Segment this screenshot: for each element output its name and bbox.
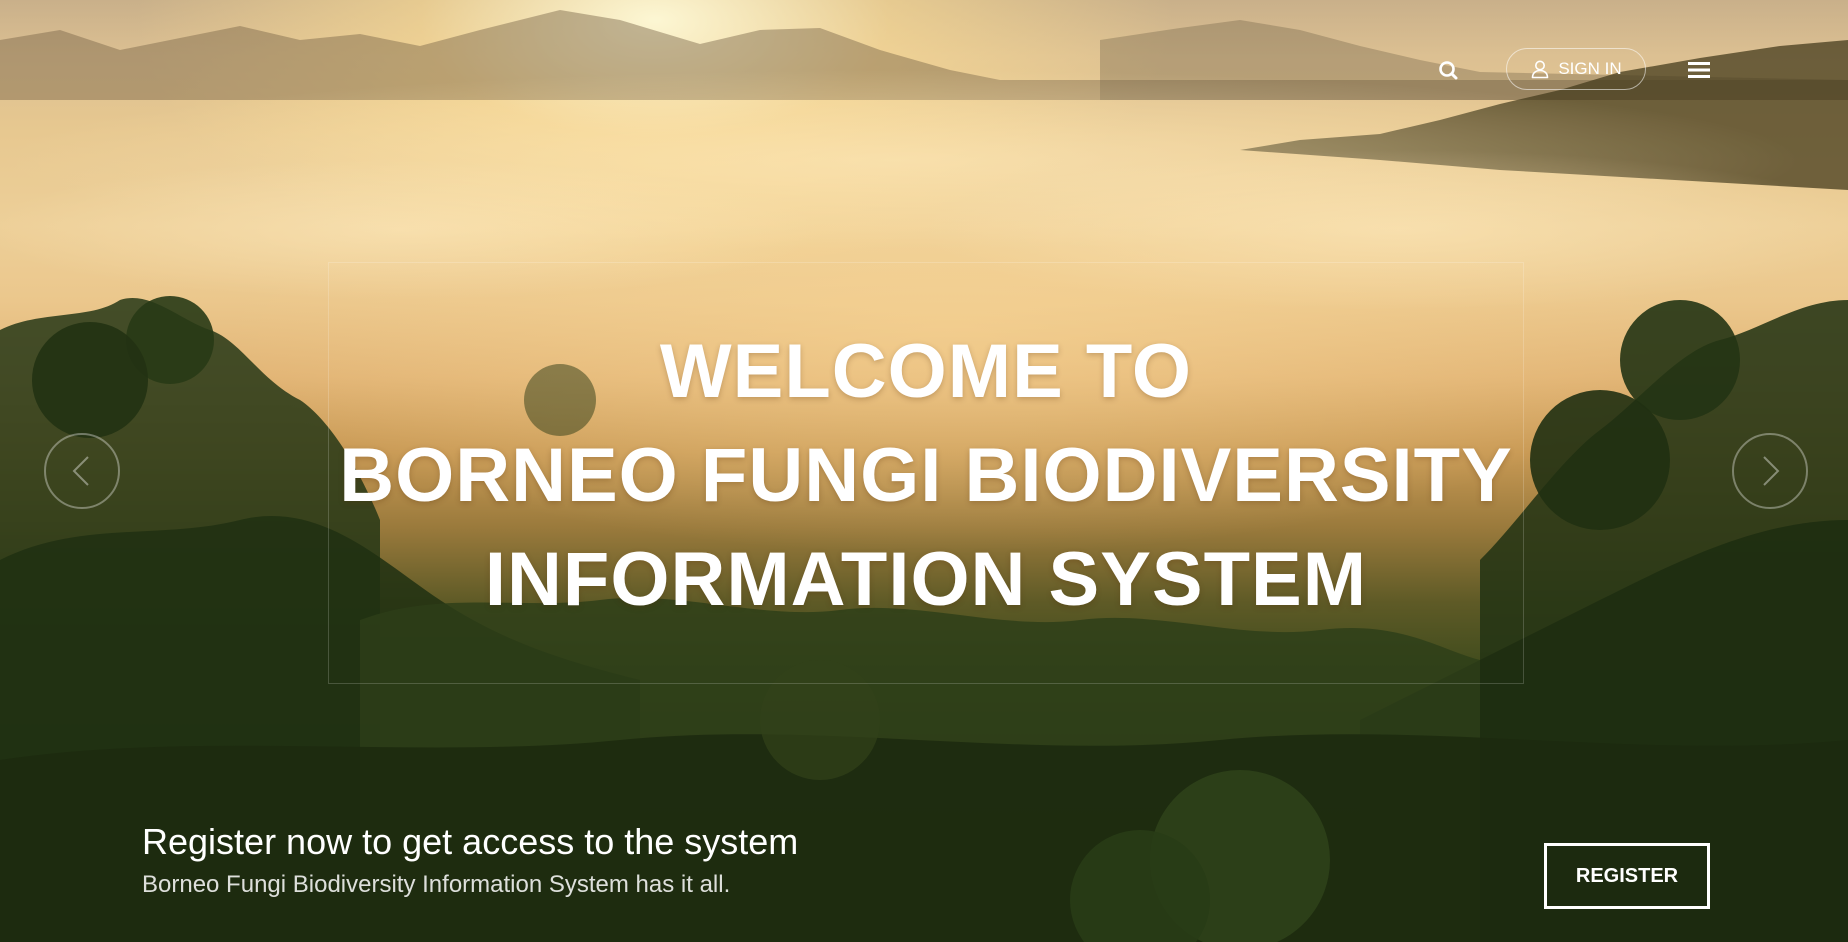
carousel-next-button[interactable] (1732, 433, 1808, 509)
hero-banner: WELCOME TO BORNEO FUNGI BIODIVERSITY INF… (0, 0, 1848, 942)
search-button[interactable] (1436, 58, 1462, 84)
chevron-left-icon (72, 456, 89, 486)
headline-line-2: BORNEO FUNGI BIODIVERSITY (339, 433, 1513, 518)
sign-in-button[interactable]: SIGN IN (1506, 48, 1646, 90)
menu-button[interactable] (1688, 60, 1710, 80)
register-button[interactable]: REGISTER (1544, 843, 1710, 909)
user-icon (1532, 60, 1549, 79)
chevron-right-icon (1763, 456, 1780, 486)
hamburger-menu-icon (1688, 62, 1710, 78)
headline-line-1: WELCOME TO (659, 329, 1193, 414)
carousel-prev-button[interactable] (44, 433, 120, 509)
hero-headline: WELCOME TO BORNEO FUNGI BIODIVERSITY INF… (328, 320, 1524, 632)
cta-title: Register now to get access to the system (142, 821, 799, 862)
headline-line-3: INFORMATION SYSTEM (484, 537, 1368, 622)
cta-subtitle: Borneo Fungi Biodiversity Information Sy… (142, 871, 731, 898)
sign-in-label: SIGN IN (1558, 59, 1622, 78)
search-icon (1439, 61, 1458, 80)
